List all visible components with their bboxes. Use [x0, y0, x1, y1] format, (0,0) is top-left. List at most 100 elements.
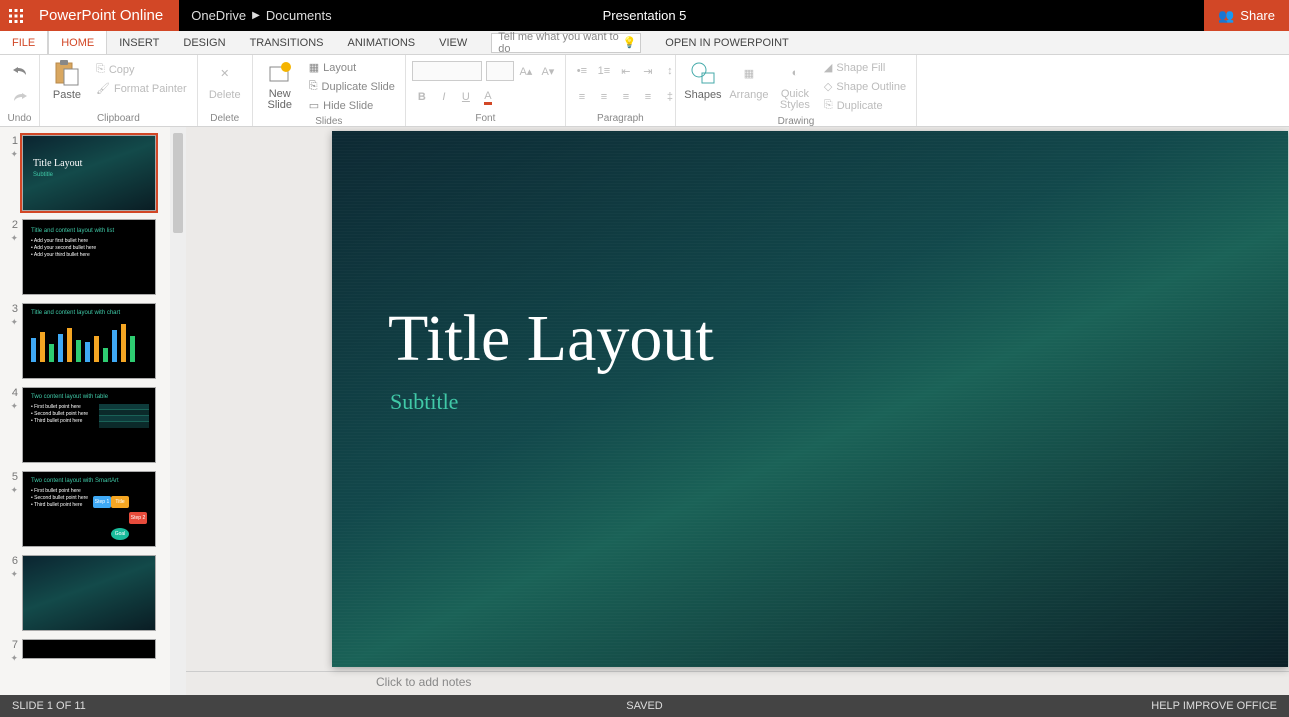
animation-icon: ✦: [10, 653, 18, 664]
notes-pane[interactable]: Click to add notes: [186, 671, 1289, 695]
shapes-button[interactable]: Shapes: [682, 57, 724, 101]
quick-styles-icon: ◐: [779, 59, 811, 87]
breadcrumb-folder[interactable]: Documents: [266, 8, 332, 23]
group-clipboard: Paste ⎘Copy 🖌Format Painter Clipboard: [40, 55, 198, 126]
shape-fill-button[interactable]: ◢Shape Fill: [820, 59, 910, 76]
thumbnail-preview[interactable]: [22, 555, 156, 631]
font-family-combo[interactable]: [412, 61, 482, 81]
thumbnail-preview[interactable]: Title and content layout with list • Add…: [22, 219, 156, 295]
numbering-button[interactable]: 1≡: [594, 61, 614, 81]
group-slides: New Slide ▦Layout ⎘Duplicate Slide ▭Hide…: [253, 55, 406, 126]
open-in-powerpoint[interactable]: OPEN IN POWERPOINT: [653, 31, 800, 54]
hide-icon: ▭: [309, 99, 319, 112]
status-help-improve[interactable]: HELP IMPROVE OFFICE: [1151, 700, 1277, 712]
slide-canvas[interactable]: Title Layout Subtitle: [332, 131, 1288, 667]
thumbnail-item[interactable]: 4 ✦ Two content layout with table • First…: [0, 379, 186, 463]
title-bar: PowerPoint Online OneDrive ▶ Documents P…: [0, 0, 1289, 31]
status-saved: SAVED: [626, 700, 662, 712]
tab-design[interactable]: DESIGN: [171, 31, 237, 54]
app-name: PowerPoint Online: [31, 0, 179, 31]
breadcrumb[interactable]: OneDrive ▶ Documents: [191, 8, 331, 23]
tab-file[interactable]: FILE: [0, 31, 48, 54]
slide-title-placeholder[interactable]: Title Layout: [388, 301, 714, 377]
delete-button[interactable]: ✕ Delete: [204, 57, 246, 101]
thumbnail-preview[interactable]: Two content layout with SmartArt • First…: [22, 471, 156, 547]
copy-button[interactable]: ⎘Copy: [92, 61, 191, 78]
format-painter-button[interactable]: 🖌Format Painter: [92, 80, 191, 97]
delete-icon: ✕: [209, 59, 241, 87]
increase-font-button[interactable]: A▴: [516, 61, 536, 81]
redo-button[interactable]: [10, 87, 30, 107]
tab-animations[interactable]: ANIMATIONS: [336, 31, 428, 54]
chart-icon: [31, 322, 135, 362]
tab-view[interactable]: VIEW: [427, 31, 479, 54]
document-title[interactable]: Presentation 5: [603, 8, 687, 23]
slide-subtitle-placeholder[interactable]: Subtitle: [390, 389, 458, 415]
decrease-indent-button[interactable]: ⇤: [616, 61, 636, 81]
paste-icon: [51, 59, 83, 87]
lightbulb-icon: 💡: [623, 36, 637, 49]
paste-label: Paste: [53, 89, 81, 101]
hide-slide-button[interactable]: ▭Hide Slide: [305, 97, 399, 114]
thumbnail-item[interactable]: 6✦: [0, 547, 186, 631]
breadcrumb-root[interactable]: OneDrive: [191, 8, 246, 23]
duplicate-slide-button[interactable]: ⎘Duplicate Slide: [305, 78, 399, 95]
group-paragraph: •≡ 1≡ ⇤ ⇥ ↕ ≡ ≡ ≡ ≡ ‡ Paragraph: [566, 55, 676, 126]
align-center-button[interactable]: ≡: [594, 87, 614, 107]
thumbnail-preview[interactable]: Title Layout Subtitle: [22, 135, 156, 211]
arrange-icon: ▦: [733, 59, 765, 87]
animation-icon: ✦: [10, 317, 18, 328]
paste-button[interactable]: Paste: [46, 57, 88, 101]
thumbnail-number: 7: [4, 639, 18, 651]
decrease-font-button[interactable]: A▾: [538, 61, 558, 81]
thumbnail-item[interactable]: 7✦: [0, 631, 186, 664]
justify-button[interactable]: ≡: [638, 87, 658, 107]
bold-button[interactable]: B: [412, 87, 432, 107]
thumbnail-item[interactable]: 1✦ Title Layout Subtitle: [0, 127, 186, 211]
font-size-combo[interactable]: [486, 61, 514, 81]
app-launcher-button[interactable]: [0, 0, 31, 31]
thumbnail-scrollbar[interactable]: [170, 127, 186, 695]
align-left-button[interactable]: ≡: [572, 87, 592, 107]
tab-insert[interactable]: INSERT: [107, 31, 171, 54]
share-button[interactable]: 👥 Share: [1204, 0, 1289, 31]
thumbnail-item[interactable]: 3✦ Title and content layout with chart: [0, 295, 186, 379]
arrange-button[interactable]: ▦ Arrange: [728, 57, 770, 101]
table-icon: [99, 404, 149, 428]
thumbnail-number: 1: [4, 135, 18, 147]
group-label-undo: Undo: [6, 111, 33, 126]
tab-home[interactable]: HOME: [48, 31, 107, 54]
ribbon-tabs: FILE HOME INSERT DESIGN TRANSITIONS ANIM…: [0, 31, 1289, 55]
slide-canvas-wrap: Title Layout Subtitle: [186, 127, 1289, 671]
chevron-right-icon: ▶: [252, 10, 260, 21]
ribbon: Undo Paste ⎘Copy 🖌Format Painter Clipboa…: [0, 55, 1289, 127]
shape-outline-button[interactable]: ◇Shape Outline: [820, 78, 910, 95]
status-slide-count: SLIDE 1 OF 11: [12, 700, 86, 712]
animation-icon: ✦: [10, 401, 18, 412]
undo-button[interactable]: [10, 61, 30, 81]
fill-icon: ◢: [824, 61, 832, 74]
thumbnail-preview[interactable]: Title and content layout with chart: [22, 303, 156, 379]
thumbnail-number: 2: [4, 219, 18, 231]
new-slide-button[interactable]: New Slide: [259, 57, 301, 111]
status-bar: SLIDE 1 OF 11 SAVED HELP IMPROVE OFFICE: [0, 695, 1289, 717]
italic-button[interactable]: I: [434, 87, 454, 107]
thumbnail-number: 4: [4, 387, 18, 399]
thumbnail-item[interactable]: 5✦ Two content layout with SmartArt • Fi…: [0, 463, 186, 547]
thumbnail-item[interactable]: 2✦ Title and content layout with list • …: [0, 211, 186, 295]
increase-indent-button[interactable]: ⇥: [638, 61, 658, 81]
underline-button[interactable]: U: [456, 87, 476, 107]
thumbnail-preview[interactable]: Two content layout with table • First bu…: [22, 387, 156, 463]
layout-button[interactable]: ▦Layout: [305, 59, 399, 76]
bullets-button[interactable]: •≡: [572, 61, 592, 81]
thumbnail-preview[interactable]: [22, 639, 156, 659]
align-right-button[interactable]: ≡: [616, 87, 636, 107]
waffle-icon: [9, 9, 23, 23]
duplicate-shape-button[interactable]: ⎘Duplicate: [820, 97, 910, 114]
notes-placeholder: Click to add notes: [376, 675, 471, 689]
font-color-button[interactable]: A: [478, 87, 498, 107]
quick-styles-button[interactable]: ◐ Quick Styles: [774, 57, 816, 111]
tab-transitions[interactable]: TRANSITIONS: [238, 31, 336, 54]
tell-me-search[interactable]: Tell me what you want to do 💡: [491, 33, 641, 53]
duplicate-icon: ⎘: [824, 99, 833, 112]
